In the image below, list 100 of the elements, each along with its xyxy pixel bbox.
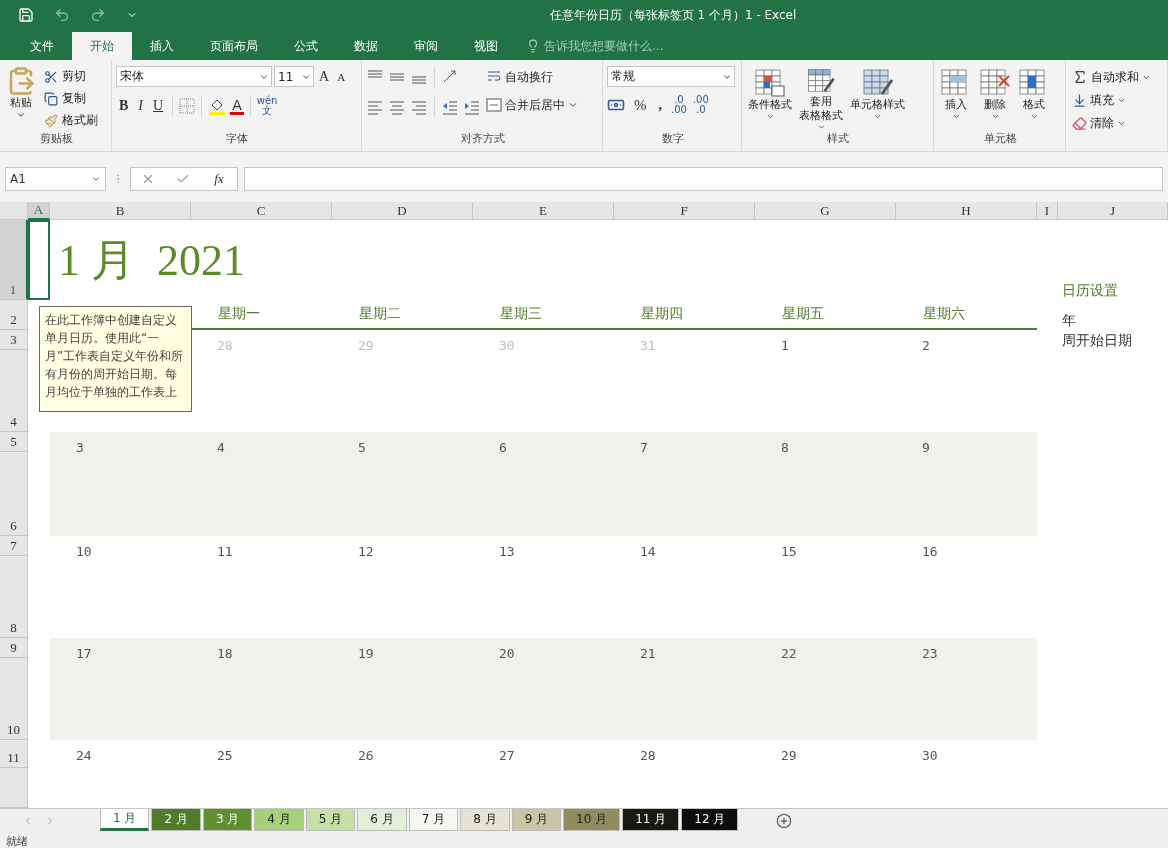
row-header[interactable]: 10 bbox=[0, 658, 28, 740]
fill-color-icon[interactable] bbox=[208, 97, 227, 115]
column-header[interactable]: H bbox=[896, 202, 1037, 220]
sheet-tab[interactable]: 7 月 bbox=[408, 809, 459, 831]
caret-icon[interactable] bbox=[765, 112, 775, 121]
caret-icon[interactable] bbox=[951, 112, 961, 121]
day-number: 18 bbox=[216, 645, 234, 658]
cells-button[interactable]: 删除 bbox=[977, 66, 1013, 131]
sheet-tab[interactable]: 6 月 bbox=[357, 809, 407, 831]
day-number: 6 bbox=[498, 439, 508, 452]
undo-icon[interactable] bbox=[54, 7, 70, 23]
column-header[interactable]: A bbox=[28, 202, 50, 220]
font-name-field[interactable]: 宋体 bbox=[116, 66, 272, 87]
menu-tab[interactable]: 开始 bbox=[72, 32, 132, 60]
name-box[interactable]: A1 bbox=[5, 166, 106, 191]
align-left-icon[interactable] bbox=[366, 98, 384, 116]
menu-tab[interactable]: 审阅 bbox=[396, 32, 456, 60]
menu-tab[interactable]: 插入 bbox=[132, 32, 192, 60]
font-color-button[interactable]: A bbox=[230, 97, 244, 115]
column-header[interactable]: D bbox=[332, 202, 473, 220]
copy-button[interactable]: 复制 bbox=[41, 88, 100, 109]
caret-icon[interactable] bbox=[16, 110, 26, 120]
sheet-tab[interactable]: 1 月 bbox=[100, 809, 150, 831]
column-header[interactable]: B bbox=[50, 202, 191, 220]
row-header[interactable]: 11 bbox=[0, 740, 28, 768]
grow-font-button[interactable]: A bbox=[316, 68, 333, 85]
caret-icon[interactable] bbox=[990, 112, 1000, 121]
decrease-indent-icon[interactable] bbox=[441, 98, 459, 116]
row-header[interactable]: 8 bbox=[0, 556, 28, 638]
caret-icon[interactable] bbox=[873, 112, 882, 121]
column-header[interactable]: J bbox=[1058, 202, 1168, 220]
align-center-icon[interactable] bbox=[388, 98, 406, 116]
sheet-tab[interactable]: 9 月 bbox=[511, 809, 562, 831]
underline-button[interactable]: U bbox=[150, 98, 167, 114]
sheet-tab[interactable]: 3 月 bbox=[202, 809, 253, 831]
add-sheet-icon[interactable] bbox=[776, 813, 793, 829]
sheet-tab[interactable]: 11 月 bbox=[622, 809, 680, 831]
column-header[interactable]: C bbox=[191, 202, 332, 220]
redo-icon[interactable] bbox=[90, 7, 106, 23]
cut-button[interactable]: 剪切 bbox=[41, 66, 100, 87]
row-header[interactable]: 5 bbox=[0, 432, 28, 452]
row-header[interactable]: 6 bbox=[0, 452, 28, 536]
wrap-text-button[interactable]: 自动换行 bbox=[484, 66, 580, 88]
row-header[interactable]: 1 bbox=[0, 220, 28, 300]
increase-indent-icon[interactable] bbox=[463, 98, 481, 116]
sheet-tab[interactable]: 8 月 bbox=[460, 809, 510, 831]
comma-button[interactable]: , bbox=[655, 97, 665, 113]
sheet-tab[interactable]: 12 月 bbox=[681, 809, 739, 831]
merge-center-button[interactable]: 合并后居中 bbox=[484, 94, 580, 116]
shrink-font-button[interactable]: A bbox=[334, 70, 349, 83]
caret-icon[interactable] bbox=[568, 100, 578, 110]
caret-icon[interactable] bbox=[1029, 112, 1039, 121]
caret-icon[interactable] bbox=[816, 122, 826, 131]
style-button[interactable]: 套用 表格格式 bbox=[797, 66, 845, 131]
menu-tab[interactable]: 页面布局 bbox=[192, 32, 276, 60]
save-icon[interactable] bbox=[18, 7, 34, 23]
menu-tab[interactable]: 数据 bbox=[336, 32, 396, 60]
tell-me-field[interactable]: 告诉我您想要做什么... bbox=[544, 37, 664, 55]
column-header[interactable]: E bbox=[473, 202, 614, 220]
style-button[interactable]: 单元格样式 bbox=[848, 66, 907, 131]
row-header[interactable]: 9 bbox=[0, 638, 28, 658]
insert-function-button[interactable]: fx bbox=[211, 170, 227, 187]
sum-icon bbox=[1072, 69, 1088, 85]
align-right-icon[interactable] bbox=[410, 98, 428, 116]
day-number: 12 bbox=[357, 543, 375, 556]
row-header[interactable]: 4 bbox=[0, 350, 28, 432]
editing-button[interactable]: 清除 bbox=[1070, 112, 1164, 134]
menu-tab[interactable]: 视图 bbox=[456, 32, 516, 60]
cells-button[interactable]: 插入 bbox=[938, 66, 974, 131]
editing-button[interactable]: 自动求和 bbox=[1070, 66, 1164, 88]
paste-button[interactable]: 粘贴 bbox=[4, 66, 38, 131]
bold-button[interactable]: B bbox=[116, 98, 132, 114]
day-number: 21 bbox=[639, 645, 657, 658]
sheet-tab[interactable]: 10 月 bbox=[563, 809, 621, 831]
decrease-decimal-button[interactable]: .00 .0 bbox=[692, 95, 709, 115]
menu-tab[interactable]: 文件 bbox=[12, 32, 72, 60]
sheet-tab[interactable]: 4 月 bbox=[254, 809, 304, 831]
font-size-field[interactable]: 11 bbox=[274, 66, 314, 87]
editing-button[interactable]: 填充 bbox=[1070, 89, 1164, 111]
style-button[interactable]: 条件格式 bbox=[746, 66, 794, 131]
percent-button[interactable]: % bbox=[631, 96, 650, 114]
group-label: 单元格 bbox=[982, 131, 1018, 147]
sheet-tab[interactable]: 5 月 bbox=[305, 809, 356, 831]
italic-button[interactable]: I bbox=[135, 98, 146, 114]
formula-field[interactable] bbox=[244, 166, 1163, 191]
row-header[interactable]: 7 bbox=[0, 536, 28, 556]
format-painter-button[interactable]: 格式刷 bbox=[41, 110, 100, 131]
column-header[interactable]: G bbox=[755, 202, 896, 220]
row-header[interactable]: 2 bbox=[0, 300, 28, 330]
menu-tab[interactable]: 公式 bbox=[276, 32, 336, 60]
cells-button[interactable]: 格式 bbox=[1016, 66, 1052, 131]
row-header[interactable]: 3 bbox=[0, 330, 28, 350]
number-format-field[interactable]: 常规 bbox=[607, 66, 735, 87]
day-number: 29 bbox=[780, 747, 798, 765]
increase-decimal-button[interactable]: .0 .00 bbox=[671, 95, 687, 115]
phonetic-button[interactable]: wén 文 bbox=[256, 96, 278, 116]
column-header[interactable]: I bbox=[1037, 202, 1058, 220]
day-number: 8 bbox=[780, 439, 790, 452]
column-header[interactable]: F bbox=[614, 202, 755, 220]
sheet-tab[interactable]: 2 月 bbox=[151, 809, 201, 831]
